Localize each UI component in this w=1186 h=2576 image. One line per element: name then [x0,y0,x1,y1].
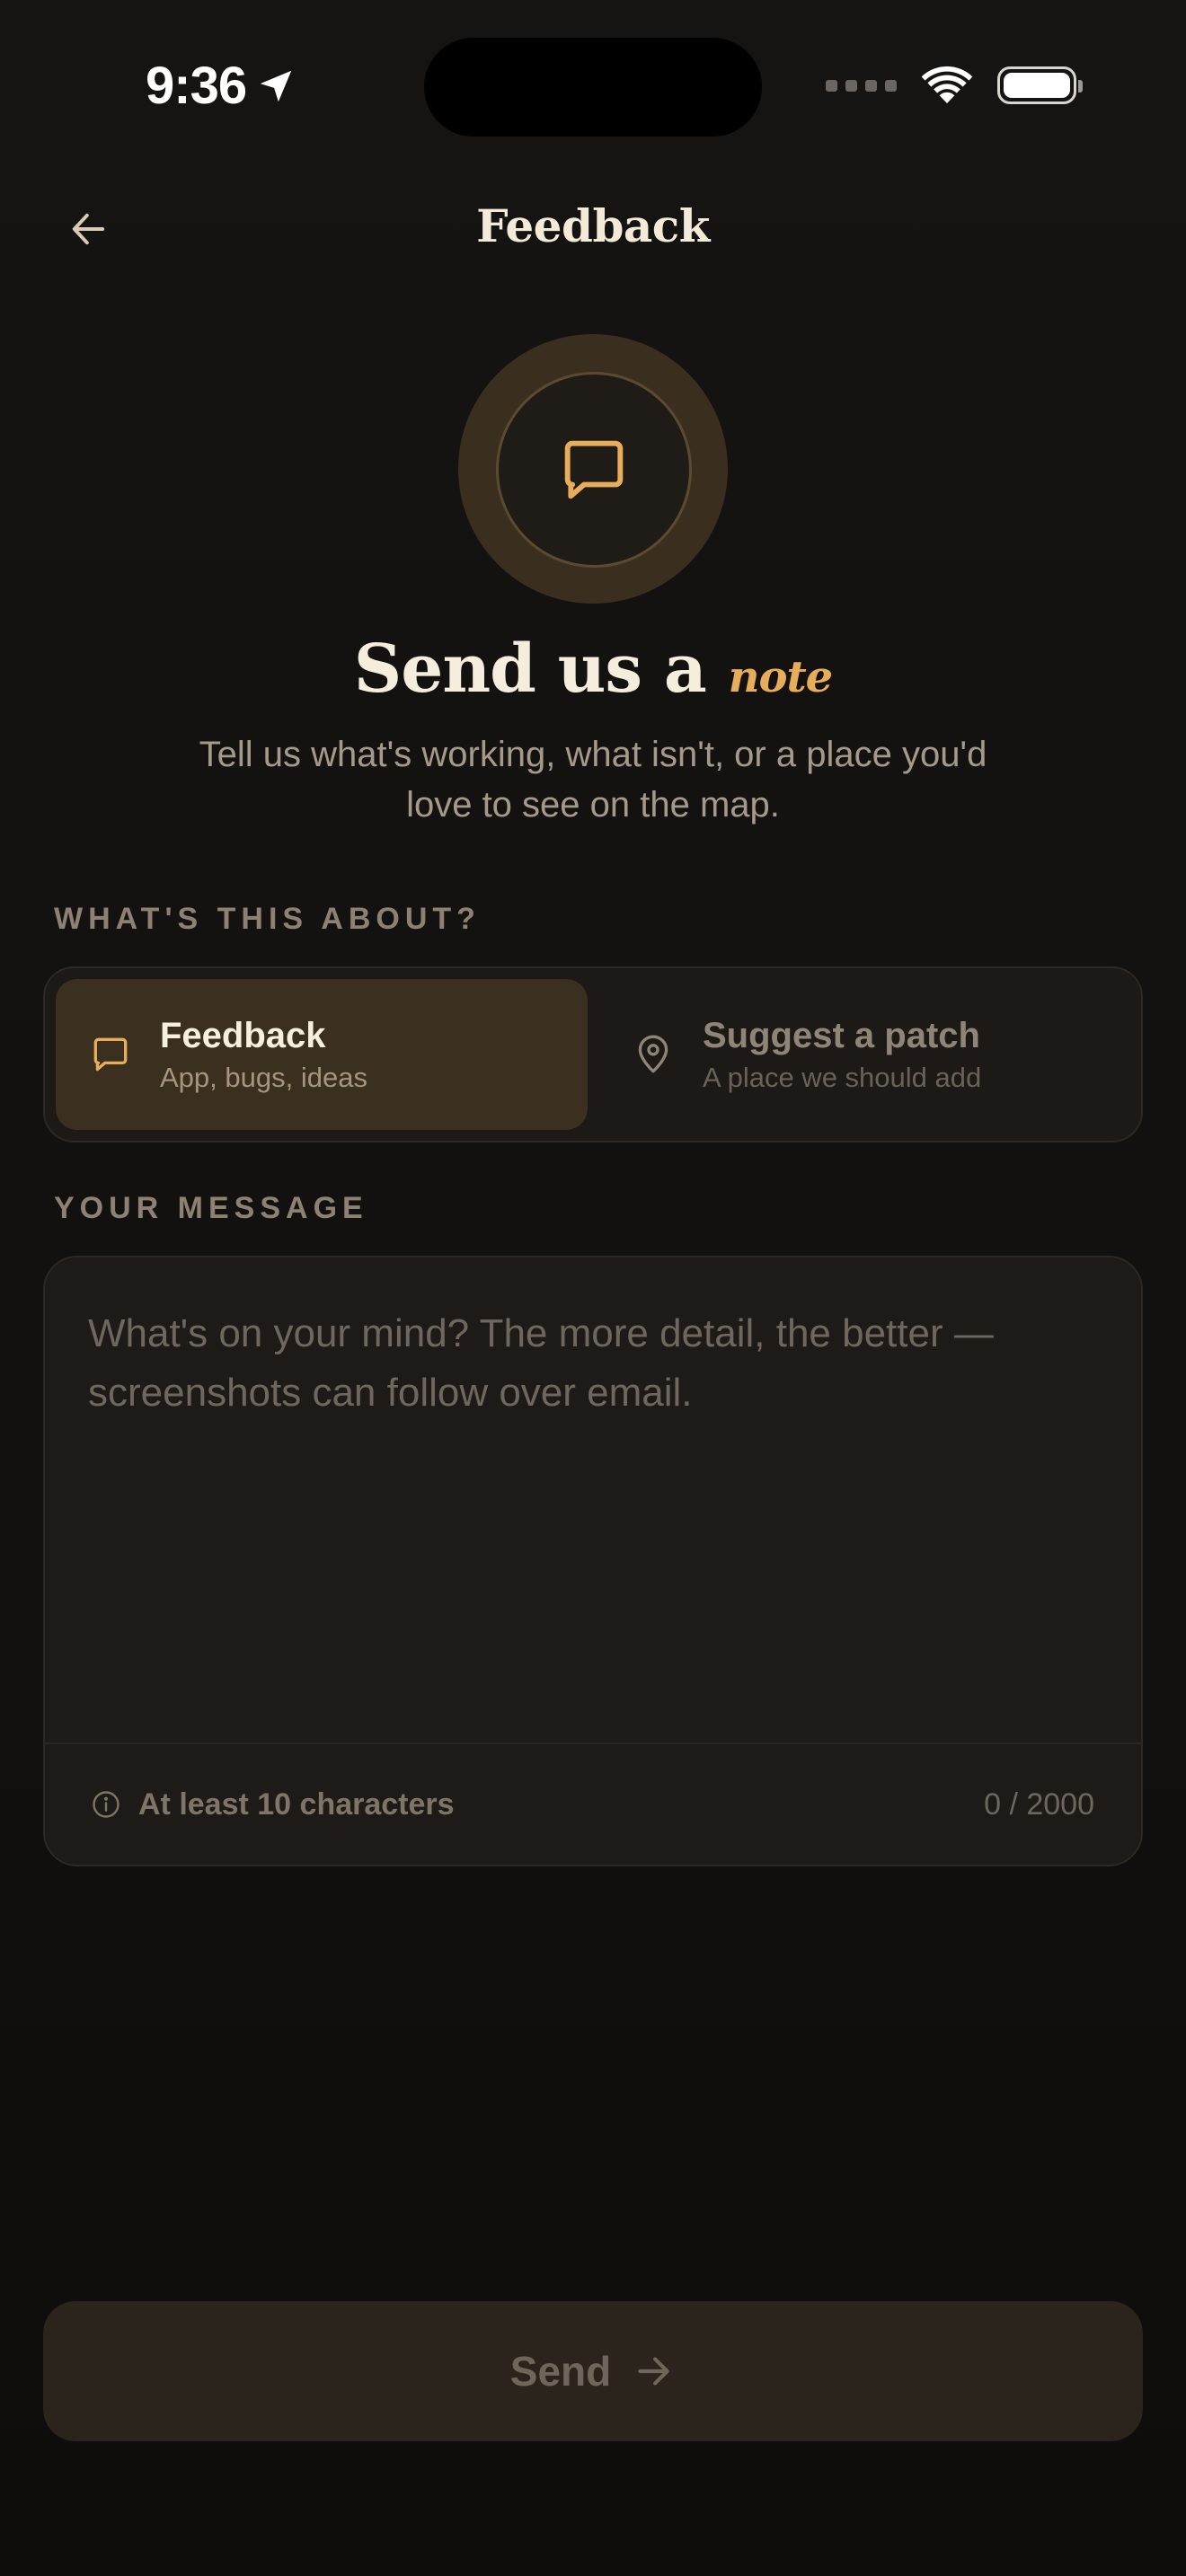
topic-option-title: Feedback [160,1015,326,1055]
chat-bubble-icon [564,440,624,499]
battery-icon [997,66,1083,104]
hero-heading-accent: note [728,652,834,702]
hero-badge [458,334,728,604]
topic-option-suggest-patch[interactable]: Suggest a patch A place we should add [598,979,1130,1130]
topic-selector: Feedback App, bugs, ideas Suggest a patc… [43,966,1143,1142]
status-bar-indicators [826,65,1083,106]
page-title: Feedback [476,199,710,252]
message-footer: At least 10 characters 0 / 2000 [45,1742,1141,1865]
hero-badge-inner [496,372,692,568]
topic-option-feedback[interactable]: Feedback App, bugs, ideas [56,979,588,1130]
info-icon [93,1791,119,1818]
topic-section-label: WHAT'S THIS ABOUT? [54,902,481,936]
location-arrow-icon [260,70,292,101]
message-section-label: YOUR MESSAGE [54,1191,368,1225]
message-hint: At least 10 characters [90,1787,455,1822]
wifi-icon [920,65,974,106]
dynamic-island [424,38,762,137]
arrow-right-icon [638,2357,669,2386]
status-time-text: 9:36 [146,57,247,115]
send-button[interactable]: Send [43,2301,1143,2441]
character-counter: 0 / 2000 [984,1786,1094,1822]
message-hint-text: At least 10 characters [138,1786,455,1822]
message-textarea[interactable] [45,1257,1141,1742]
hero-subtitle: Tell us what's working, what isn't, or a… [199,735,987,825]
cellular-signal-icon [826,79,897,92]
chat-bubble-icon [93,1037,128,1072]
topic-option-description: A place we should add [703,1061,982,1093]
map-pin-icon [638,1035,668,1073]
hero-heading: Send us a note [0,631,1186,708]
message-card: At least 10 characters 0 / 2000 [43,1256,1143,1866]
feedback-screen: 9:36 Feedback Send us a note Tell us wha… [0,0,1186,2576]
status-bar-time: 9:36 [146,56,296,116]
topic-option-title: Suggest a patch [703,1015,980,1055]
topic-option-description: App, bugs, ideas [160,1061,367,1093]
hero-heading-text: Send us a [353,631,707,708]
send-button-label: Send [509,2348,612,2395]
